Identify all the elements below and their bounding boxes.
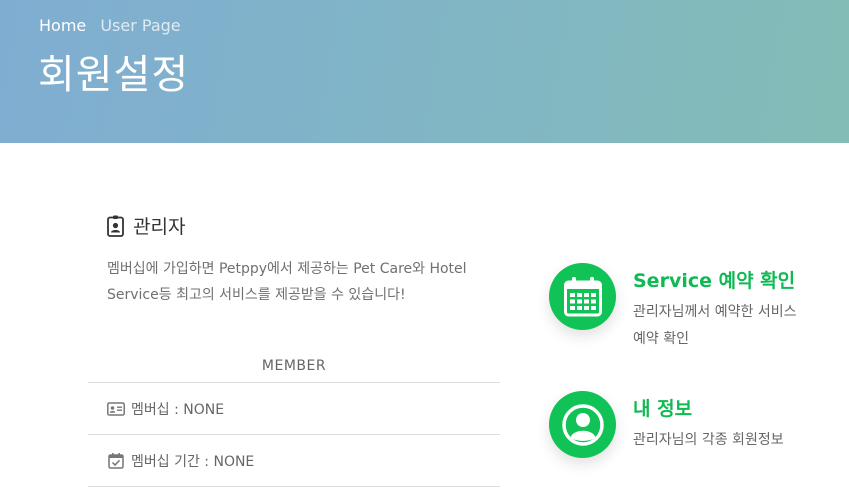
- breadcrumb-home-link[interactable]: Home: [39, 16, 86, 35]
- breadcrumb: Home User Page: [39, 16, 181, 35]
- member-section-label: MEMBER: [261, 358, 327, 374]
- id-badge-icon: [107, 215, 124, 237]
- calendar-icon: [563, 276, 602, 316]
- my-info-item[interactable]: 내 정보 관리자님의 각종 회원정보: [549, 391, 784, 458]
- page-header-banner: Home User Page 회원설정: [0, 0, 849, 143]
- divider: [88, 382, 500, 383]
- service-reservation-desc-line: 관리자님께서 예약한 서비스: [633, 304, 797, 320]
- membership-period-row: 멤버십 기간 : NONE: [107, 451, 254, 471]
- my-info-icon-circle[interactable]: [549, 391, 616, 458]
- page-title: 회원설정: [38, 52, 190, 98]
- divider: [88, 434, 500, 435]
- service-reservation-title[interactable]: Service 예약 확인: [633, 266, 796, 293]
- membership-period-status: 멤버십 기간 : NONE: [131, 454, 255, 470]
- service-reservation-item[interactable]: Service 예약 확인 관리자님께서 예약한 서비스 예약 확인: [549, 263, 796, 353]
- user-circle-icon: [561, 403, 604, 446]
- membership-status: 멤버십 : NONE: [131, 402, 225, 418]
- breadcrumb-current: User Page: [100, 16, 181, 35]
- divider: [88, 486, 500, 487]
- calendar-check-icon: [108, 453, 124, 469]
- service-reservation-desc: 관리자님께서 예약한 서비스 예약 확인: [633, 299, 796, 353]
- membership-description: 멤버십에 가입하면 Petppy에서 제공하는 Pet Care와 Hotel …: [107, 261, 467, 303]
- my-info-title[interactable]: 내 정보: [633, 394, 784, 421]
- id-card-icon: [107, 402, 125, 416]
- service-reservation-icon-circle[interactable]: [549, 263, 616, 330]
- my-info-desc: 관리자님의 각종 회원정보: [633, 432, 784, 448]
- service-reservation-desc-line: 예약 확인: [633, 331, 689, 347]
- admin-title: 관리자: [133, 216, 186, 238]
- admin-header: 관리자: [107, 212, 185, 239]
- membership-row: 멤버십 : NONE: [107, 399, 224, 419]
